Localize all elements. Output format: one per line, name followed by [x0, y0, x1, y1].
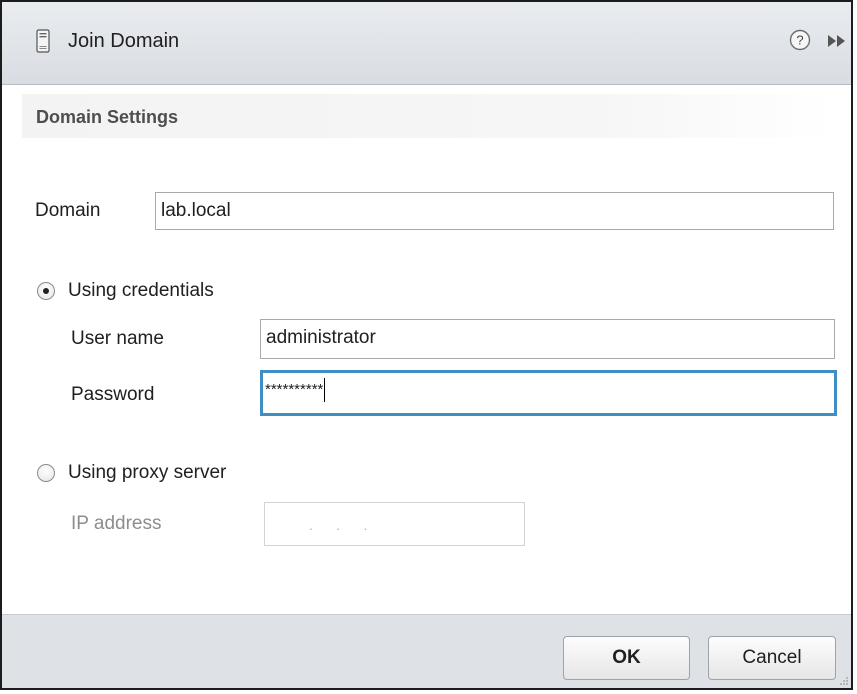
- dialog-footer: OK Cancel: [2, 614, 851, 688]
- ip-address-label: IP address: [71, 513, 162, 534]
- ip-address-input: . . .: [264, 502, 525, 546]
- ok-button[interactable]: OK: [563, 636, 690, 680]
- double-chevron-right-icon[interactable]: [825, 33, 849, 49]
- password-input[interactable]: **********: [260, 370, 837, 416]
- radio-selected-dot: [43, 288, 49, 294]
- section-title: Domain Settings: [36, 107, 179, 127]
- using-proxy-server-radio[interactable]: [37, 464, 55, 482]
- username-input[interactable]: administrator: [260, 319, 835, 359]
- join-domain-dialog: Join Domain ? Domain Settings Domain lab…: [0, 0, 853, 690]
- using-credentials-radio[interactable]: [37, 282, 55, 300]
- password-label: Password: [71, 384, 155, 405]
- using-credentials-label[interactable]: Using credentials: [68, 280, 214, 302]
- help-icon[interactable]: ?: [789, 29, 811, 51]
- password-value: **********: [265, 381, 324, 398]
- domain-label: Domain: [35, 200, 101, 221]
- username-label: User name: [71, 328, 164, 349]
- text-caret: [324, 378, 326, 403]
- using-proxy-server-label[interactable]: Using proxy server: [68, 462, 226, 484]
- domain-input[interactable]: lab.local: [155, 192, 834, 230]
- section-header: Domain Settings: [22, 94, 837, 138]
- dialog-title: Join Domain: [68, 30, 180, 52]
- dialog-titlebar: Join Domain ?: [2, 2, 851, 85]
- resize-grip-icon[interactable]: [839, 676, 849, 686]
- svg-text:?: ?: [796, 33, 803, 48]
- cancel-button[interactable]: Cancel: [708, 636, 836, 680]
- host-device-icon: [36, 29, 50, 53]
